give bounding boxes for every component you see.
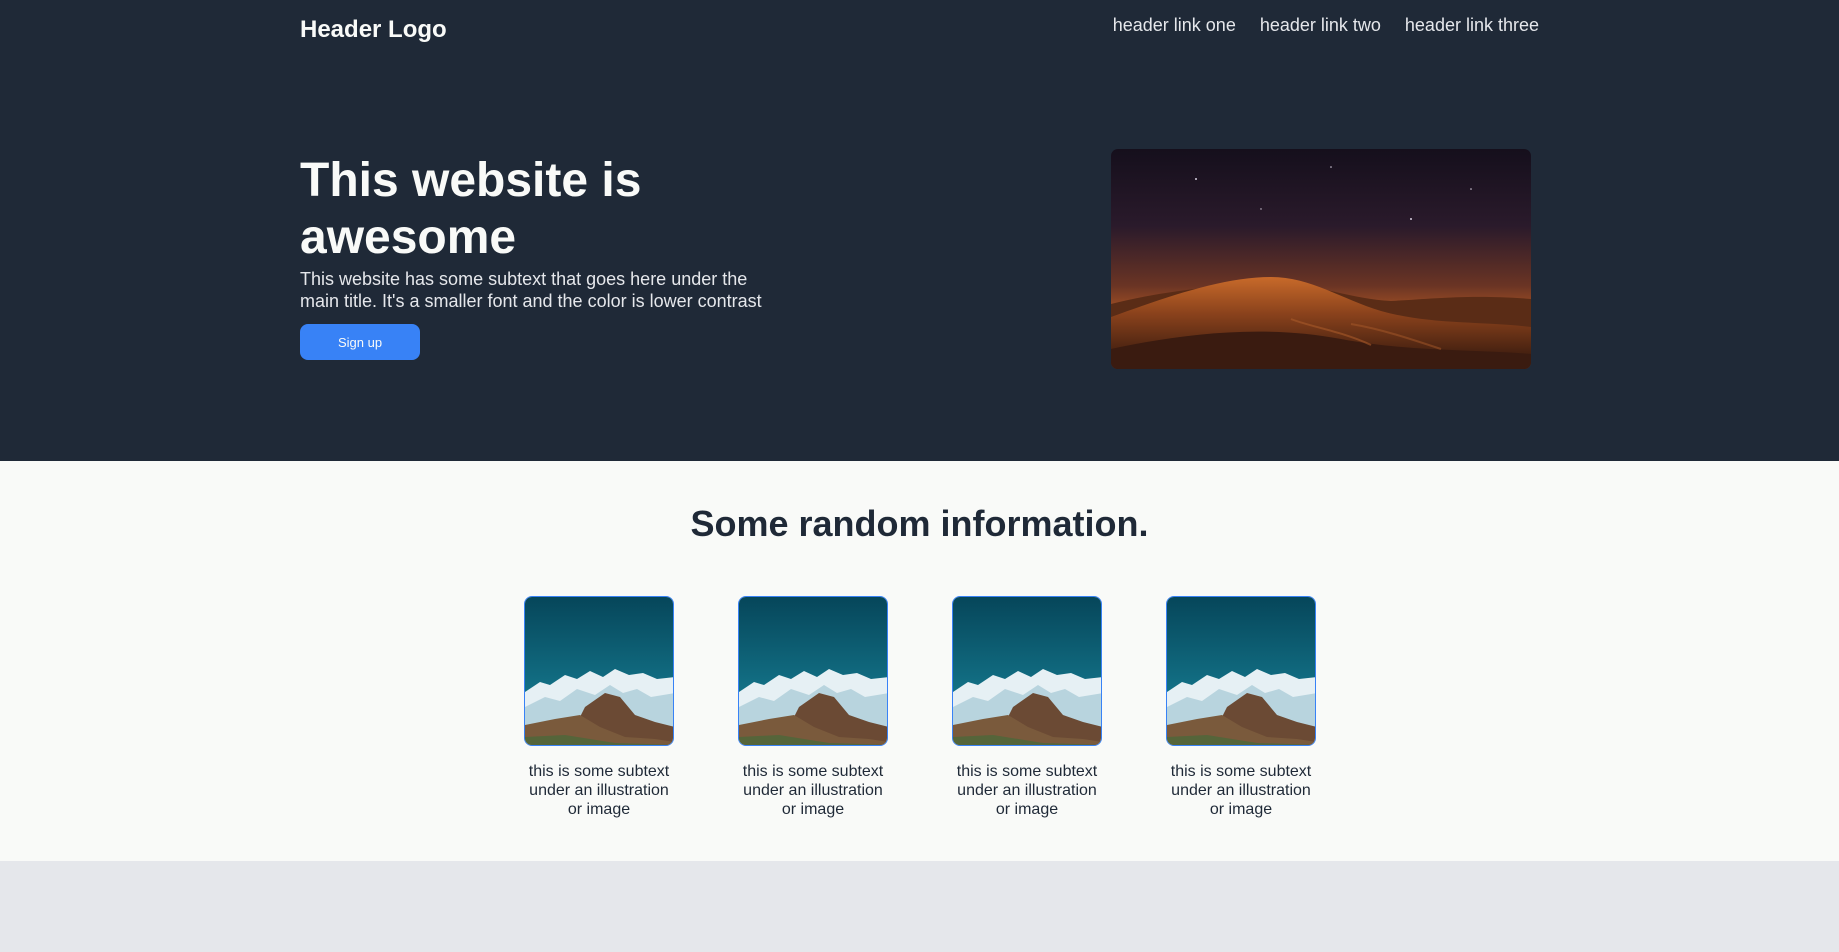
- card-caption: this is some subtext under an illustrati…: [956, 763, 1098, 818]
- snowy-mountain-image: [524, 596, 674, 746]
- card-caption: this is some subtext under an illustrati…: [528, 763, 670, 818]
- snowy-mountain-image: [952, 596, 1102, 746]
- info-card: this is some subtext under an illustrati…: [1166, 596, 1316, 819]
- signup-button[interactable]: Sign up: [300, 324, 420, 360]
- hero-title: This website is awesome: [300, 154, 642, 264]
- hero-section: Header Logo header link one header link …: [0, 0, 1839, 461]
- footer-area: [0, 861, 1839, 952]
- header-link-two[interactable]: header link two: [1260, 15, 1381, 36]
- info-section: Some random information. this is some su…: [0, 461, 1839, 861]
- info-title: Some random information.: [690, 503, 1149, 544]
- snowy-mountain-image: [1166, 596, 1316, 746]
- header-link-three[interactable]: header link three: [1405, 15, 1539, 36]
- hero-text-block: This website is awesome This website has…: [300, 152, 770, 360]
- header-link-one[interactable]: header link one: [1113, 15, 1236, 36]
- desert-dunes-night-image: [1111, 149, 1531, 369]
- snowy-mountain-image: [738, 596, 888, 746]
- info-card: this is some subtext under an illustrati…: [524, 596, 674, 819]
- header-logo[interactable]: Header Logo: [300, 16, 447, 44]
- card-caption: this is some subtext under an illustrati…: [742, 763, 884, 818]
- card-caption: this is some subtext under an illustrati…: [1170, 763, 1312, 818]
- info-card: this is some subtext under an illustrati…: [738, 596, 888, 819]
- card-grid: this is some subtext under an illustrati…: [524, 596, 1316, 819]
- hero-subtext: This website has some subtext that goes …: [300, 269, 762, 311]
- header-nav: header link one header link two header l…: [1113, 15, 1539, 36]
- info-card: this is some subtext under an illustrati…: [952, 596, 1102, 819]
